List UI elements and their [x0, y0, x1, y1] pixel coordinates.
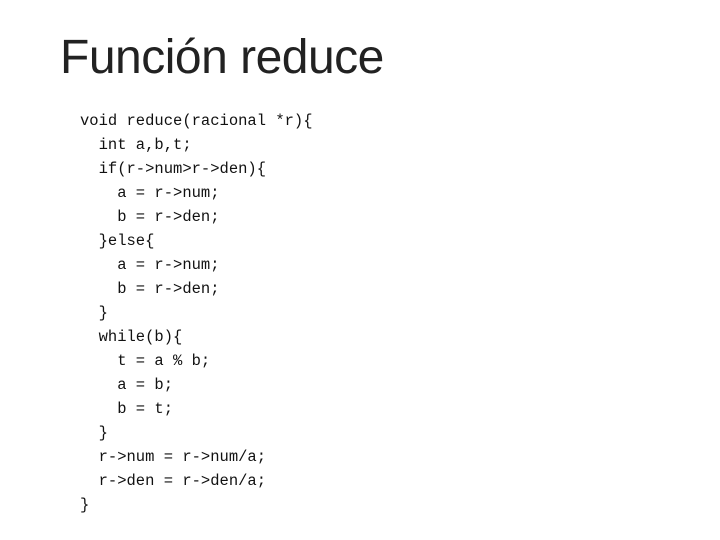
code-block: void reduce(racional *r){ int a,b,t; if(… [80, 109, 313, 517]
slide-title: Función reduce [60, 30, 384, 85]
slide-container: Función reduce void reduce(racional *r){… [0, 0, 720, 540]
